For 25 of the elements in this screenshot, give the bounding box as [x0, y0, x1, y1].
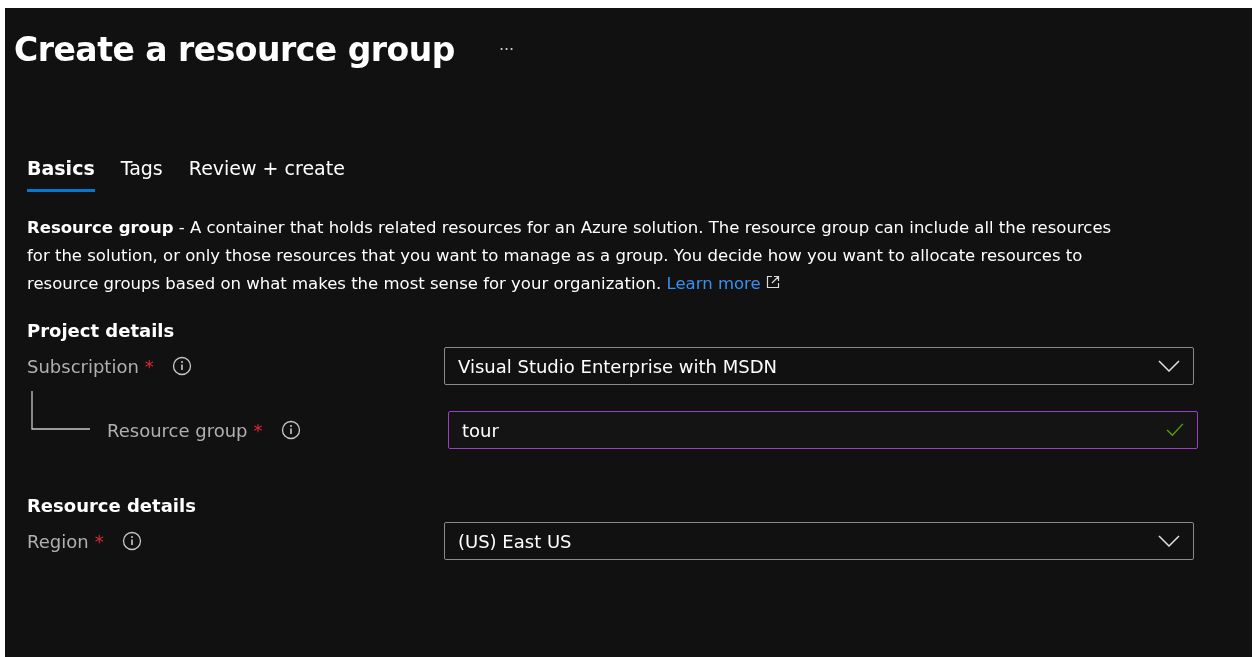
- required-mark: *: [144, 355, 154, 377]
- description-text: Resource group - A container that holds related resources for an Azure solution. The resource group can include all the resources for the solution, or only those resources that you want to manage as a group. You decide how you want to allocate resources to resource groups based on what makes the most sense for your organization. Learn more: [27, 217, 1113, 295]
- dropdown[interactable]: (US) East US: [444, 522, 1194, 560]
- external-link-icon: [765, 275, 780, 289]
- field-label: Resource group: [107, 419, 248, 441]
- field-label: Subscription: [27, 355, 139, 377]
- chevron-down-icon: [1158, 360, 1180, 372]
- required-mark: *: [94, 530, 104, 552]
- info-icon[interactable]: [171, 356, 192, 376]
- input-field[interactable]: tour: [448, 411, 1198, 449]
- dropdown[interactable]: Visual Studio Enterprise with MSDN: [444, 347, 1194, 385]
- section-heading: Resource details: [27, 495, 197, 516]
- field-label: Region: [27, 530, 89, 552]
- chevron-down-icon: [1158, 535, 1180, 547]
- tab[interactable]: Tags: [120, 157, 163, 192]
- info-icon[interactable]: [280, 420, 301, 440]
- tab[interactable]: Review + create: [188, 157, 345, 192]
- page-title: Create a resource group: [14, 30, 455, 69]
- section-heading: Project details: [27, 320, 176, 341]
- more-button[interactable]: ···: [494, 40, 519, 59]
- learn-more-link[interactable]: Learn more: [666, 274, 780, 293]
- required-mark: *: [253, 419, 263, 441]
- tab[interactable]: Basics: [27, 157, 95, 192]
- info-icon[interactable]: [121, 531, 142, 551]
- tree-connector: [31, 391, 91, 431]
